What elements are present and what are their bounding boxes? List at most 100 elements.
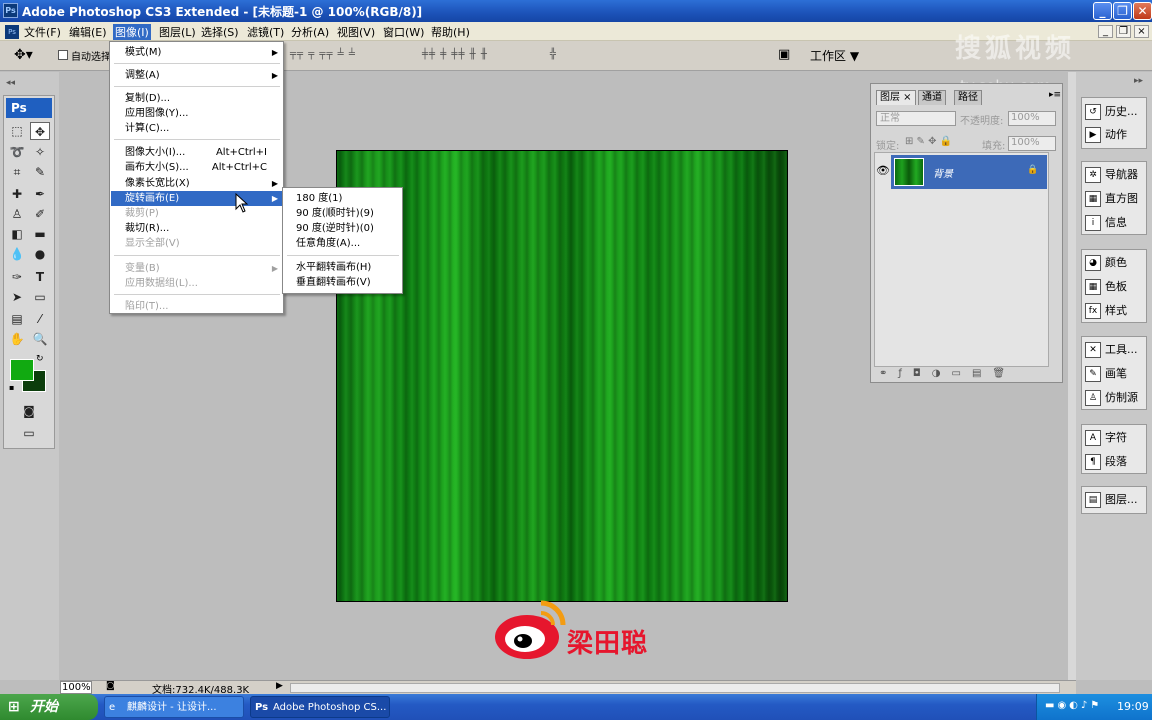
status-menu-arrow-icon[interactable]: ▶ [276, 681, 283, 691]
menu-window[interactable]: 窗口(W) [381, 24, 426, 40]
swap-colors-icon[interactable]: ↻ [36, 354, 44, 364]
doc-restore-button[interactable]: ❐ [1116, 25, 1131, 38]
menu-item-canvas-size[interactable]: 画布大小(S)... Alt+Ctrl+C [111, 160, 283, 175]
menu-item-calculations[interactable]: 计算(C)... [111, 121, 283, 136]
menu-item-trim[interactable]: 裁切(R)... [111, 221, 283, 236]
submenu-item-arbitrary[interactable]: 任意角度(A)... [284, 236, 402, 251]
menu-item-adjustments[interactable]: 调整(A) ▶ [111, 68, 283, 83]
document-icon[interactable]: Ps [5, 25, 19, 39]
menu-edit[interactable]: 编辑(E) [67, 24, 109, 40]
move-tool-icon-active[interactable]: ✥ [30, 122, 50, 140]
menu-image[interactable]: 图像(I) [113, 24, 151, 40]
dodge-tool-icon[interactable]: ● [30, 245, 50, 263]
marquee-tool-icon[interactable]: ⬚ [7, 122, 27, 140]
menu-item-duplicate[interactable]: 复制(D)... [111, 91, 283, 106]
zoom-field[interactable]: 100% [60, 681, 92, 694]
healing-brush-tool-icon[interactable]: ✚ [7, 185, 27, 203]
distribute-buttons-group[interactable]: ╪╪ ╪ ╪╪ ╫ ╫ [422, 49, 488, 60]
slice-tool-icon[interactable]: ✎ [30, 163, 50, 181]
submenu-item-rotate-90-ccw[interactable]: 90 度(逆时针)(0) [284, 221, 402, 236]
tab-channels[interactable]: 通道 [918, 90, 946, 105]
taskbar-item-photoshop[interactable]: Ps Adobe Photoshop CS... [250, 696, 390, 718]
eraser-tool-icon[interactable]: ◧ [7, 225, 27, 243]
dock-navigator[interactable]: ✲ 导航器 [1085, 164, 1147, 186]
foreground-color-swatch[interactable] [10, 359, 34, 381]
menu-item-rotate-canvas[interactable]: 旋转画布(E) ▶ [111, 191, 283, 206]
crop-tool-icon[interactable]: ⌗ [7, 163, 27, 181]
tray-icons[interactable]: ▬◉◐♪⚑ [1045, 700, 1102, 711]
menu-filter[interactable]: 滤镜(T) [245, 24, 286, 40]
zoom-tool-icon[interactable]: 🔍 [30, 330, 50, 348]
submenu-item-rotate-180[interactable]: 180 度(1) [284, 191, 402, 206]
blend-mode-select[interactable]: 正常 [876, 111, 956, 126]
align-buttons-group[interactable]: ╤╤ ╤ ╤╤ ╧ ╧ [290, 49, 356, 60]
dock-info[interactable]: i 信息 [1085, 212, 1147, 234]
dock-paragraph[interactable]: ¶ 段落 [1085, 451, 1147, 473]
dock-histogram[interactable]: ▦ 直方图 [1085, 188, 1147, 210]
screen-mode-icon[interactable]: ▭ [19, 424, 39, 442]
menu-item-variables[interactable]: 变量(B) ▶ [111, 261, 283, 276]
dock-history[interactable]: ↺ 历史... [1085, 101, 1147, 123]
menu-item-pixel-aspect-ratio[interactable]: 像素长宽比(X) ▶ [111, 176, 283, 191]
menu-item-reveal-all[interactable]: 显示全部(V) [111, 236, 283, 251]
menu-item-image-size[interactable]: 图像大小(I)... Alt+Ctrl+I [111, 145, 283, 160]
visibility-eye-icon[interactable]: 👁 [876, 164, 890, 177]
dock-color[interactable]: ◕ 颜色 [1085, 252, 1147, 274]
menu-item-apply-image[interactable]: 应用图像(Y)... [111, 106, 283, 121]
blur-tool-icon[interactable]: 💧 [7, 245, 27, 263]
auto-align-icon[interactable]: ╬ [550, 49, 557, 60]
dock-layers[interactable]: ▤ 图层... [1085, 489, 1147, 511]
gradient-tool-icon[interactable]: ▬ [30, 225, 50, 243]
dock-clone-source[interactable]: ♙ 仿制源 [1085, 387, 1147, 409]
submenu-item-flip-vertical[interactable]: 垂直翻转画布(V) [284, 275, 402, 290]
horizontal-scrollbar[interactable] [290, 683, 1060, 693]
eyedropper-tool-icon[interactable]: ⁄ [30, 310, 50, 328]
tab-layers[interactable]: 图层 × [876, 90, 916, 105]
vertical-scrollbar[interactable] [1068, 72, 1076, 680]
brush-tool-icon[interactable]: ✒ [30, 185, 50, 203]
notes-tool-icon[interactable]: ▤ [7, 310, 27, 328]
menu-item-trap[interactable]: 陷印(T)... [111, 299, 283, 314]
panel-menu-icon[interactable]: ▸≡ [1049, 90, 1061, 100]
menu-file[interactable]: 文件(F) [22, 24, 63, 40]
collapse-toolbox-icon[interactable]: ◂◂ [6, 78, 15, 88]
dock-swatches[interactable]: ▦ 色板 [1085, 276, 1147, 298]
doc-minimize-button[interactable]: _ [1098, 25, 1113, 38]
expand-dock-icon[interactable]: ▸▸ [1134, 76, 1143, 86]
tab-paths[interactable]: 路径 [954, 90, 982, 105]
start-button[interactable]: ⊞ 开始 [0, 694, 98, 720]
clone-stamp-tool-icon[interactable]: ♙ [7, 205, 27, 223]
maximize-button[interactable]: ❐ [1113, 2, 1132, 20]
menu-layer[interactable]: 图层(L) [157, 24, 198, 40]
type-tool-icon[interactable]: T [30, 268, 50, 286]
minimize-button[interactable]: _ [1093, 2, 1112, 20]
submenu-item-rotate-90-cw[interactable]: 90 度(顺时针)(9) [284, 206, 402, 221]
opacity-input[interactable]: 100% [1008, 111, 1056, 126]
move-tool-icon[interactable]: ✥▾ [14, 47, 33, 63]
bridge-icon[interactable]: ▣ [778, 47, 790, 62]
auto-select-checkbox[interactable] [58, 50, 68, 60]
dock-actions[interactable]: ▶ 动作 [1085, 124, 1147, 146]
rectangle-tool-icon[interactable]: ▭ [30, 288, 50, 306]
fill-input[interactable]: 100% [1008, 136, 1056, 151]
magic-wand-tool-icon[interactable]: ✧ [30, 143, 50, 161]
menu-help[interactable]: 帮助(H) [429, 24, 472, 40]
quick-mask-icon[interactable]: ◙ [19, 402, 39, 420]
taskbar-item-browser[interactable]: e 麒麟设计 - 让设计... [104, 696, 244, 718]
dock-styles[interactable]: fx 样式 [1085, 300, 1147, 322]
status-icon[interactable]: ◙ [106, 681, 115, 691]
dock-brushes[interactable]: ✎ 画笔 [1085, 363, 1147, 385]
dock-tool-presets[interactable]: ✕ 工具... [1085, 339, 1147, 361]
menu-item-mode[interactable]: 模式(M) ▶ [111, 45, 283, 60]
layer-row-background[interactable]: 背景 🔒 [891, 155, 1047, 189]
menu-view[interactable]: 视图(V) [335, 24, 377, 40]
menu-item-apply-data-set[interactable]: 应用数据组(L)... [111, 276, 283, 291]
lock-buttons-icon[interactable]: ⊞ ✎ ✥ 🔒 [905, 136, 952, 147]
submenu-item-flip-horizontal[interactable]: 水平翻转画布(H) [284, 260, 402, 275]
menu-item-crop[interactable]: 裁剪(P) [111, 206, 283, 221]
menu-select[interactable]: 选择(S) [199, 24, 241, 40]
default-colors-icon[interactable]: ▪ [9, 383, 14, 392]
menu-analysis[interactable]: 分析(A) [289, 24, 331, 40]
pen-tool-icon[interactable]: ✑ [7, 268, 27, 286]
workspace-button[interactable]: 工作区 ▼ [810, 47, 859, 64]
